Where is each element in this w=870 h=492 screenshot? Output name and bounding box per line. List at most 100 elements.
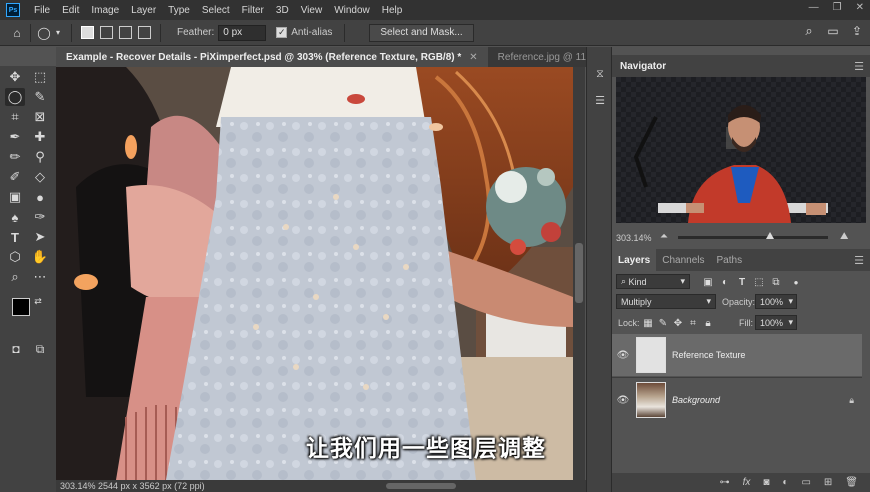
home-icon[interactable]: ⌂: [10, 26, 24, 40]
pixel-filter-icon[interactable]: ▣: [702, 276, 714, 288]
menu-edit[interactable]: Edit: [56, 5, 85, 16]
hand-tool-icon[interactable]: ✋: [30, 248, 50, 266]
dodge-tool-icon[interactable]: ♠: [5, 208, 25, 226]
menu-help[interactable]: Help: [376, 5, 409, 16]
vertical-scrollbar[interactable]: [573, 67, 585, 480]
lock-image-pixels-icon[interactable]: ✎: [657, 317, 669, 329]
search-icon[interactable]: ⌕: [802, 23, 816, 38]
lock-position-icon[interactable]: ✥: [672, 317, 684, 329]
shape-tool-icon[interactable]: ⬡: [5, 248, 25, 266]
menu-filter[interactable]: Filter: [236, 5, 270, 16]
zoom-slider-thumb[interactable]: [766, 232, 774, 239]
zoom-in-icon[interactable]: ⛰: [840, 231, 852, 242]
brush-tool-icon[interactable]: ✏: [5, 148, 25, 166]
menu-3d[interactable]: 3D: [270, 5, 295, 16]
lock-artboard-icon[interactable]: ⌗: [687, 317, 699, 329]
eraser-tool-icon[interactable]: ◇: [30, 168, 50, 186]
chevron-down-icon[interactable]: ▾: [51, 26, 65, 40]
antialias-checkbox[interactable]: ✓: [276, 27, 288, 38]
smart-object-filter-icon[interactable]: ⧉: [770, 276, 782, 288]
new-selection-icon[interactable]: [81, 26, 94, 39]
path-selection-tool-icon[interactable]: ➤: [30, 228, 50, 246]
share-icon[interactable]: ⇪: [850, 24, 864, 38]
select-and-mask-button[interactable]: Select and Mask...: [369, 23, 474, 42]
new-adjustment-layer-icon[interactable]: ◐: [782, 477, 788, 488]
history-panel-icon[interactable]: ⧖: [593, 67, 607, 81]
foreground-color-swatch[interactable]: [12, 298, 30, 316]
intersect-selection-icon[interactable]: [138, 26, 151, 39]
layer-row-reference-texture[interactable]: 👁︎ Reference Texture: [612, 334, 862, 376]
blur-tool-icon[interactable]: ●: [30, 188, 50, 206]
link-layers-icon[interactable]: ⊶: [720, 477, 730, 488]
menu-image[interactable]: Image: [85, 5, 125, 16]
adjustment-filter-icon[interactable]: ◐: [719, 276, 731, 288]
lock-transparent-pixels-icon[interactable]: ▦: [642, 317, 654, 329]
navigator-zoom-value[interactable]: 303.14%: [616, 233, 652, 243]
quick-selection-tool-icon[interactable]: ✎: [30, 88, 50, 106]
pen-tool-icon[interactable]: ✑: [30, 208, 50, 226]
layer-row-background[interactable]: 👁︎ Background 🔒︎: [612, 379, 862, 421]
gradient-tool-icon[interactable]: ▣: [5, 188, 25, 206]
close-icon[interactable]: ✕: [856, 2, 864, 13]
zoom-slider[interactable]: [678, 232, 828, 239]
layer-effects-icon[interactable]: fx: [743, 477, 751, 488]
navigator-preview[interactable]: [616, 77, 866, 223]
type-tool-icon[interactable]: T: [5, 228, 25, 246]
navigator-title[interactable]: Navigator: [612, 55, 674, 77]
quick-mask-icon[interactable]: ◘: [6, 340, 26, 358]
filter-kind-select[interactable]: ⌕ Kind ▾: [616, 274, 690, 289]
panel-menu-icon[interactable]: ☰: [854, 254, 864, 267]
lasso-tool-icon[interactable]: ◯: [5, 88, 25, 106]
tab-layers[interactable]: Layers: [612, 249, 657, 271]
workspace-icon[interactable]: ▭: [826, 24, 840, 38]
menu-layer[interactable]: Layer: [125, 5, 162, 16]
crop-tool-icon[interactable]: ⌗: [5, 108, 25, 126]
layer-name[interactable]: Reference Texture: [672, 350, 745, 360]
move-tool-icon[interactable]: ✥: [5, 68, 25, 86]
add-mask-icon[interactable]: ◙: [763, 477, 769, 488]
type-filter-icon[interactable]: T: [736, 276, 748, 288]
healing-brush-tool-icon[interactable]: ✚: [30, 128, 50, 146]
swap-colors-icon[interactable]: ⇄: [32, 292, 44, 310]
document-canvas[interactable]: 让我们用一些图层调整: [56, 67, 573, 480]
layer-name[interactable]: Background: [672, 395, 720, 405]
eyedropper-tool-icon[interactable]: ✒: [5, 128, 25, 146]
marquee-tool-icon[interactable]: ⬚: [30, 68, 50, 86]
visibility-eye-icon[interactable]: 👁︎: [612, 350, 634, 361]
new-group-icon[interactable]: ▭: [801, 477, 810, 488]
frame-tool-icon[interactable]: ⊠: [30, 108, 50, 126]
scrollbar-thumb[interactable]: [575, 243, 583, 303]
tab-paths[interactable]: Paths: [711, 249, 749, 271]
history-brush-tool-icon[interactable]: ✐: [5, 168, 25, 186]
feather-input[interactable]: [218, 24, 267, 41]
lock-all-icon[interactable]: 🔒︎: [702, 317, 714, 329]
lasso-tool-preset-icon[interactable]: ◯: [37, 26, 51, 40]
blend-mode-select[interactable]: Multiply ▾: [616, 294, 716, 309]
minimize-icon[interactable]: —: [809, 2, 819, 13]
zoom-tool-icon[interactable]: ⌕: [5, 268, 25, 286]
fill-input[interactable]: 100% ▾: [755, 315, 797, 330]
clone-stamp-tool-icon[interactable]: ⚲: [30, 148, 50, 166]
menu-file[interactable]: File: [28, 5, 56, 16]
opacity-input[interactable]: 100% ▾: [755, 294, 797, 309]
restore-icon[interactable]: ❐: [833, 2, 842, 13]
zoom-out-icon[interactable]: ⏶: [660, 231, 672, 242]
menu-select[interactable]: Select: [196, 5, 236, 16]
menu-view[interactable]: View: [295, 5, 329, 16]
delete-layer-icon[interactable]: 🗑︎: [845, 477, 858, 488]
add-to-selection-icon[interactable]: [100, 26, 113, 39]
close-icon[interactable]: ✕: [469, 52, 477, 63]
tab-active-document[interactable]: Example - Recover Details - PiXimperfect…: [56, 47, 488, 67]
horizontal-scrollbar-thumb[interactable]: [386, 483, 456, 489]
panel-menu-icon[interactable]: ☰: [854, 60, 864, 73]
menu-type[interactable]: Type: [162, 5, 196, 16]
new-layer-icon[interactable]: ⊞: [824, 477, 832, 488]
subtract-from-selection-icon[interactable]: [119, 26, 132, 39]
filter-toggle-icon[interactable]: ●: [790, 276, 802, 288]
properties-panel-icon[interactable]: ☰: [593, 93, 607, 107]
menu-window[interactable]: Window: [328, 5, 376, 16]
screen-mode-icon[interactable]: ⧉: [30, 340, 50, 358]
visibility-eye-icon[interactable]: 👁︎: [612, 395, 634, 406]
tab-channels[interactable]: Channels: [656, 249, 710, 271]
more-tools-icon[interactable]: ⋯: [30, 268, 50, 286]
